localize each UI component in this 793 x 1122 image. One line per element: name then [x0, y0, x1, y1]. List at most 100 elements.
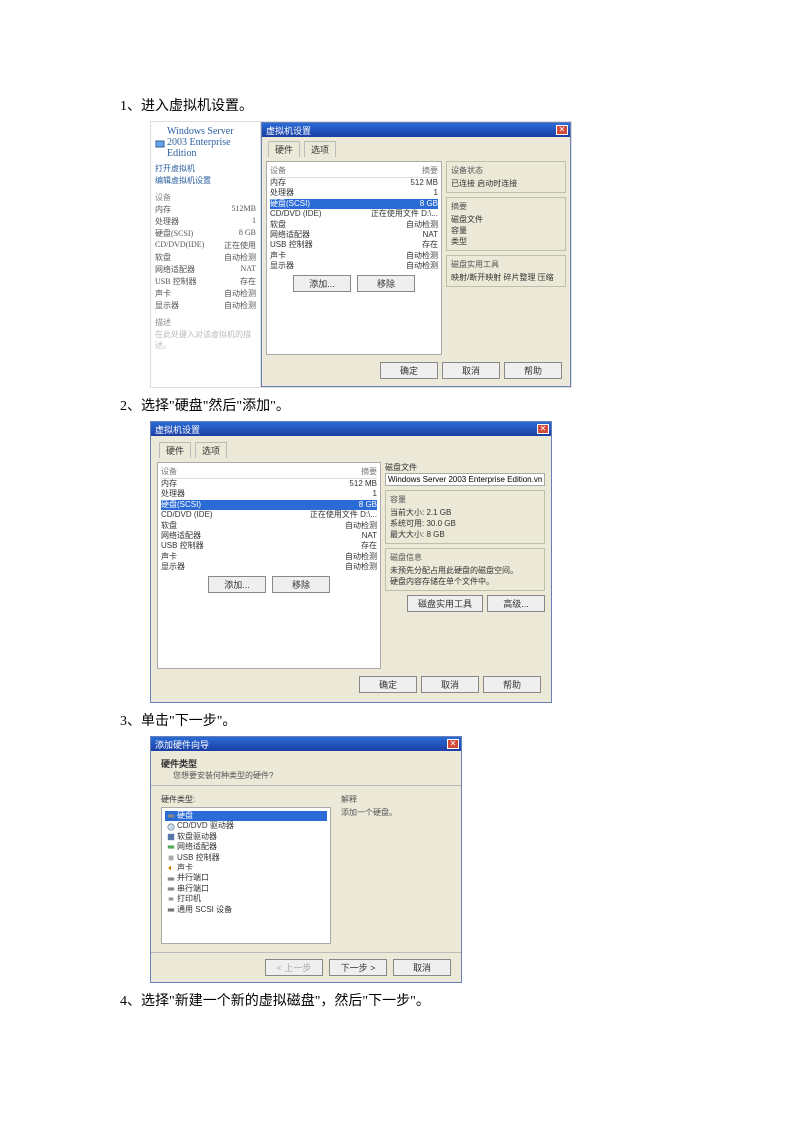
device-detail-pane: 磁盘文件 容量 当前大小: 2.1 GB 系统可用: 30.0 GB 最大大小:… [385, 462, 545, 669]
floppy-icon [167, 833, 175, 841]
col-summary: 摘要 [361, 466, 377, 477]
step-3-text: 3、单击"下一步"。 [120, 711, 673, 732]
summary-row: 处理器1 [155, 216, 256, 227]
list-item[interactable]: 处理器1 [161, 489, 377, 499]
list-item[interactable]: 网络适配器NAT [161, 531, 377, 541]
description-pane: 解释 添加一个硬盘。 [341, 794, 451, 944]
list-item[interactable]: 软盘驱动器 [165, 832, 327, 842]
scsi-device-icon [167, 906, 175, 914]
ok-button[interactable]: 确定 [380, 362, 438, 379]
list-item[interactable]: CD/DVD 驱动器 [165, 821, 327, 831]
ok-button[interactable]: 确定 [359, 676, 417, 693]
list-item[interactable]: 声卡自动检测 [161, 552, 377, 562]
summary-row: 声卡自动检测 [155, 288, 256, 299]
list-item[interactable]: 并行端口 [165, 873, 327, 883]
list-item-selected[interactable]: 硬盘 [165, 811, 327, 821]
close-icon[interactable]: ✕ [447, 739, 459, 749]
tab-options[interactable]: 选项 [195, 442, 227, 458]
edit-vm-settings-link[interactable]: 编辑虚拟机设置 [155, 175, 256, 186]
col-device: 设备 [270, 165, 286, 176]
list-item[interactable]: 网络适配器 [165, 842, 327, 852]
help-button[interactable]: 帮助 [483, 676, 541, 693]
description-text: 添加一个硬盘。 [341, 807, 451, 818]
close-icon[interactable]: ✕ [556, 125, 568, 135]
disk-utilities-button[interactable]: 磁盘实用工具 [407, 595, 483, 612]
tab-hardware[interactable]: 硬件 [268, 141, 300, 157]
list-item[interactable]: 内存512 MB [270, 178, 438, 188]
figure-3-add-hardware-wizard: 添加硬件向导 ✕ 硬件类型 您想要安装何种类型的硬件? 硬件类型: 硬盘 CD/… [150, 736, 462, 983]
summary-row: 硬盘(SCSI)8 GB [155, 228, 256, 239]
vm-title: Windows Server 2003 Enterprise Edition [155, 126, 256, 159]
titlebar: 虚拟机设置 ✕ [151, 422, 551, 436]
summary-row: USB 控制器存在 [155, 276, 256, 287]
parallel-port-icon [167, 875, 175, 883]
dialog-title: 虚拟机设置 [266, 124, 311, 137]
list-item[interactable]: CD/DVD (IDE)正在使用文件 D:\... [270, 209, 438, 219]
step-4-text: 4、选择"新建一个新的虚拟磁盘"，然后"下一步"。 [120, 991, 673, 1012]
col-device: 设备 [161, 466, 177, 477]
dialog-title: 添加硬件向导 [155, 738, 209, 751]
dialog-title: 虚拟机设置 [155, 423, 200, 436]
description-heading: 描述 [155, 317, 256, 328]
remove-button[interactable]: 移除 [272, 576, 330, 593]
step-2-text: 2、选择"硬盘"然后"添加"。 [120, 396, 673, 417]
disk-info-line: 硬盘内容存储在单个文件中。 [390, 576, 540, 587]
summary-row: 软盘自动检测 [155, 252, 256, 263]
cancel-button[interactable]: 取消 [421, 676, 479, 693]
remove-button[interactable]: 移除 [357, 275, 415, 292]
utilities-text: 映射/断开映射 碎片整理 压缩 [451, 272, 561, 283]
add-button[interactable]: 添加... [293, 275, 351, 292]
list-item-selected[interactable]: 硬盘(SCSI)8 GB [270, 199, 438, 209]
summary-row: CD/DVD(IDE)正在使用 [155, 240, 256, 251]
next-button[interactable]: 下一步 > [329, 959, 387, 976]
close-icon[interactable]: ✕ [537, 424, 549, 434]
usb-controller-icon [167, 854, 175, 862]
list-item[interactable]: 打印机 [165, 894, 327, 904]
vm-settings-dialog: 虚拟机设置 ✕ 硬件 选项 设备摘要 内存512 MB 处理器1 硬盘(SCSI… [261, 122, 571, 387]
tab-hardware[interactable]: 硬件 [159, 442, 191, 458]
list-item[interactable]: 网络适配器NAT [270, 230, 438, 240]
utilities-heading: 磁盘实用工具 [451, 259, 561, 270]
list-item[interactable]: USB 控制器 [165, 853, 327, 863]
wizard-subheading: 您想要安装何种类型的硬件? [173, 770, 451, 781]
tab-options[interactable]: 选项 [304, 141, 336, 157]
summary-heading: 摘要 [451, 201, 561, 212]
list-item[interactable]: 处理器1 [270, 188, 438, 198]
network-adapter-icon [167, 843, 175, 851]
titlebar: 添加硬件向导 ✕ [151, 737, 461, 751]
step-1-text: 1、进入虚拟机设置。 [120, 96, 673, 117]
list-item[interactable]: 显示器自动检测 [270, 261, 438, 271]
summary-line: 类型 [451, 236, 561, 247]
back-button: < 上一步 [265, 959, 323, 976]
list-item[interactable]: 内存512 MB [161, 479, 377, 489]
description-label: 解释 [341, 794, 451, 805]
device-list[interactable]: 设备摘要 内存512 MB 处理器1 硬盘(SCSI)8 GB CD/DVD (… [266, 161, 442, 355]
titlebar: 虚拟机设置 ✕ [262, 123, 570, 137]
list-item[interactable]: USB 控制器存在 [161, 541, 377, 551]
list-item[interactable]: 通用 SCSI 设备 [165, 905, 327, 915]
list-item-selected[interactable]: 硬盘(SCSI)8 GB [161, 500, 377, 510]
list-item[interactable]: 串行端口 [165, 884, 327, 894]
list-item[interactable]: USB 控制器存在 [270, 240, 438, 250]
list-item[interactable]: 显示器自动检测 [161, 562, 377, 572]
wizard-heading: 硬件类型 [161, 757, 451, 770]
disk-file-field[interactable] [385, 473, 545, 486]
capacity-heading: 容量 [390, 494, 540, 505]
cancel-button[interactable]: 取消 [393, 959, 451, 976]
advanced-button[interactable]: 高级... [487, 595, 545, 612]
status-heading: 设备状态 [451, 165, 561, 176]
cancel-button[interactable]: 取消 [442, 362, 500, 379]
status-text: 已连接 启动时连接 [451, 178, 561, 189]
figure-2-vm-settings-dialog: 虚拟机设置 ✕ 硬件 选项 设备 摘要 内存512 MB 处理器1 硬盘(SCSI… [150, 421, 552, 703]
device-list[interactable]: 设备 摘要 内存512 MB 处理器1 硬盘(SCSI)8 GB CD/DVD (… [157, 462, 381, 669]
list-item[interactable]: 声卡 [165, 863, 327, 873]
list-item[interactable]: 声卡自动检测 [270, 251, 438, 261]
list-item[interactable]: 软盘自动检测 [270, 220, 438, 230]
devices-heading: 设备 [155, 192, 256, 203]
hardware-type-list[interactable]: 硬盘 CD/DVD 驱动器 软盘驱动器 网络适配器 USB 控制器 声卡 并行端… [161, 807, 331, 944]
open-vm-link[interactable]: 打开虚拟机 [155, 163, 256, 174]
list-item[interactable]: 软盘自动检测 [161, 521, 377, 531]
list-item[interactable]: CD/DVD (IDE)正在使用文件 D:\... [161, 510, 377, 520]
add-button[interactable]: 添加... [208, 576, 266, 593]
help-button[interactable]: 帮助 [504, 362, 562, 379]
